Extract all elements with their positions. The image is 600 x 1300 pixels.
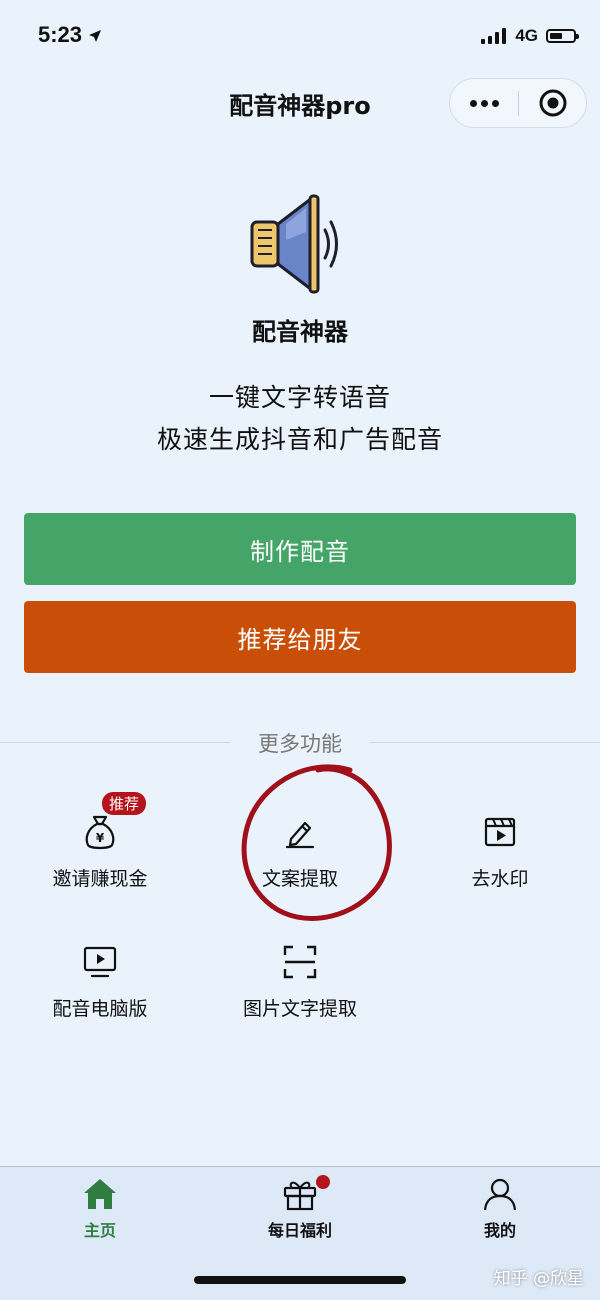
feature-desktop-version[interactable]: 配音电脑版 bbox=[10, 942, 190, 1021]
money-bag-icon: ¥ 推荐 bbox=[80, 792, 147, 852]
notification-dot bbox=[316, 1175, 330, 1189]
tab-label: 每日福利 bbox=[267, 1221, 332, 1240]
svg-text:¥: ¥ bbox=[96, 831, 105, 845]
scan-frame-icon bbox=[280, 942, 320, 982]
network-type: 4G bbox=[515, 26, 538, 45]
target-close-icon bbox=[539, 89, 567, 117]
make-dubbing-button[interactable]: 制作配音 bbox=[24, 513, 576, 585]
feature-image-text-extract[interactable]: 图片文字提取 bbox=[210, 942, 390, 1021]
dot-icon bbox=[491, 99, 499, 107]
feature-label: 邀请赚现金 bbox=[52, 868, 148, 890]
watermark-text: 知乎 @欣星 bbox=[493, 1269, 584, 1289]
miniprogram-capsule bbox=[449, 78, 587, 128]
app-name: 配音神器 bbox=[252, 318, 348, 346]
feature-label: 去水印 bbox=[471, 868, 529, 890]
feature-label: 配音电脑版 bbox=[52, 998, 148, 1020]
tab-label: 我的 bbox=[483, 1221, 516, 1240]
gift-icon bbox=[283, 1181, 317, 1211]
tab-daily-welfare[interactable]: 每日福利 bbox=[200, 1175, 400, 1241]
more-menu-button[interactable] bbox=[450, 79, 518, 127]
more-features-title: 更多功能 bbox=[258, 732, 342, 756]
feature-remove-watermark[interactable]: 去水印 bbox=[410, 812, 590, 891]
status-time: 5:23 bbox=[38, 22, 102, 48]
recommend-friend-button[interactable]: 推荐给朋友 bbox=[24, 601, 576, 673]
slogan-line-1: 一键文字转语音 bbox=[208, 383, 391, 412]
dot-icon bbox=[480, 99, 488, 107]
feature-invite-cash[interactable]: ¥ 推荐 邀请赚现金 bbox=[10, 792, 190, 891]
home-indicator[interactable] bbox=[194, 1276, 406, 1284]
speaker-logo-icon bbox=[250, 194, 338, 294]
red-annotation-circle bbox=[241, 764, 392, 921]
signal-icon bbox=[481, 28, 507, 44]
status-indicators: 4G bbox=[481, 26, 579, 46]
battery-icon bbox=[546, 29, 579, 43]
monitor-play-icon bbox=[80, 942, 120, 982]
close-miniprogram-button[interactable] bbox=[519, 79, 587, 127]
user-icon bbox=[483, 1178, 517, 1211]
slogan-line-2: 极速生成抖音和广告配音 bbox=[156, 425, 443, 454]
location-arrow-icon bbox=[89, 30, 102, 43]
tab-mine[interactable]: 我的 bbox=[400, 1177, 600, 1241]
feature-label: 图片文字提取 bbox=[242, 998, 357, 1020]
dot-icon bbox=[469, 99, 477, 107]
tab-home[interactable]: 主页 bbox=[0, 1177, 200, 1241]
recommend-badge: 推荐 bbox=[102, 792, 147, 815]
home-icon bbox=[84, 1179, 116, 1209]
clapper-icon bbox=[480, 812, 520, 852]
tab-label: 主页 bbox=[83, 1221, 116, 1240]
